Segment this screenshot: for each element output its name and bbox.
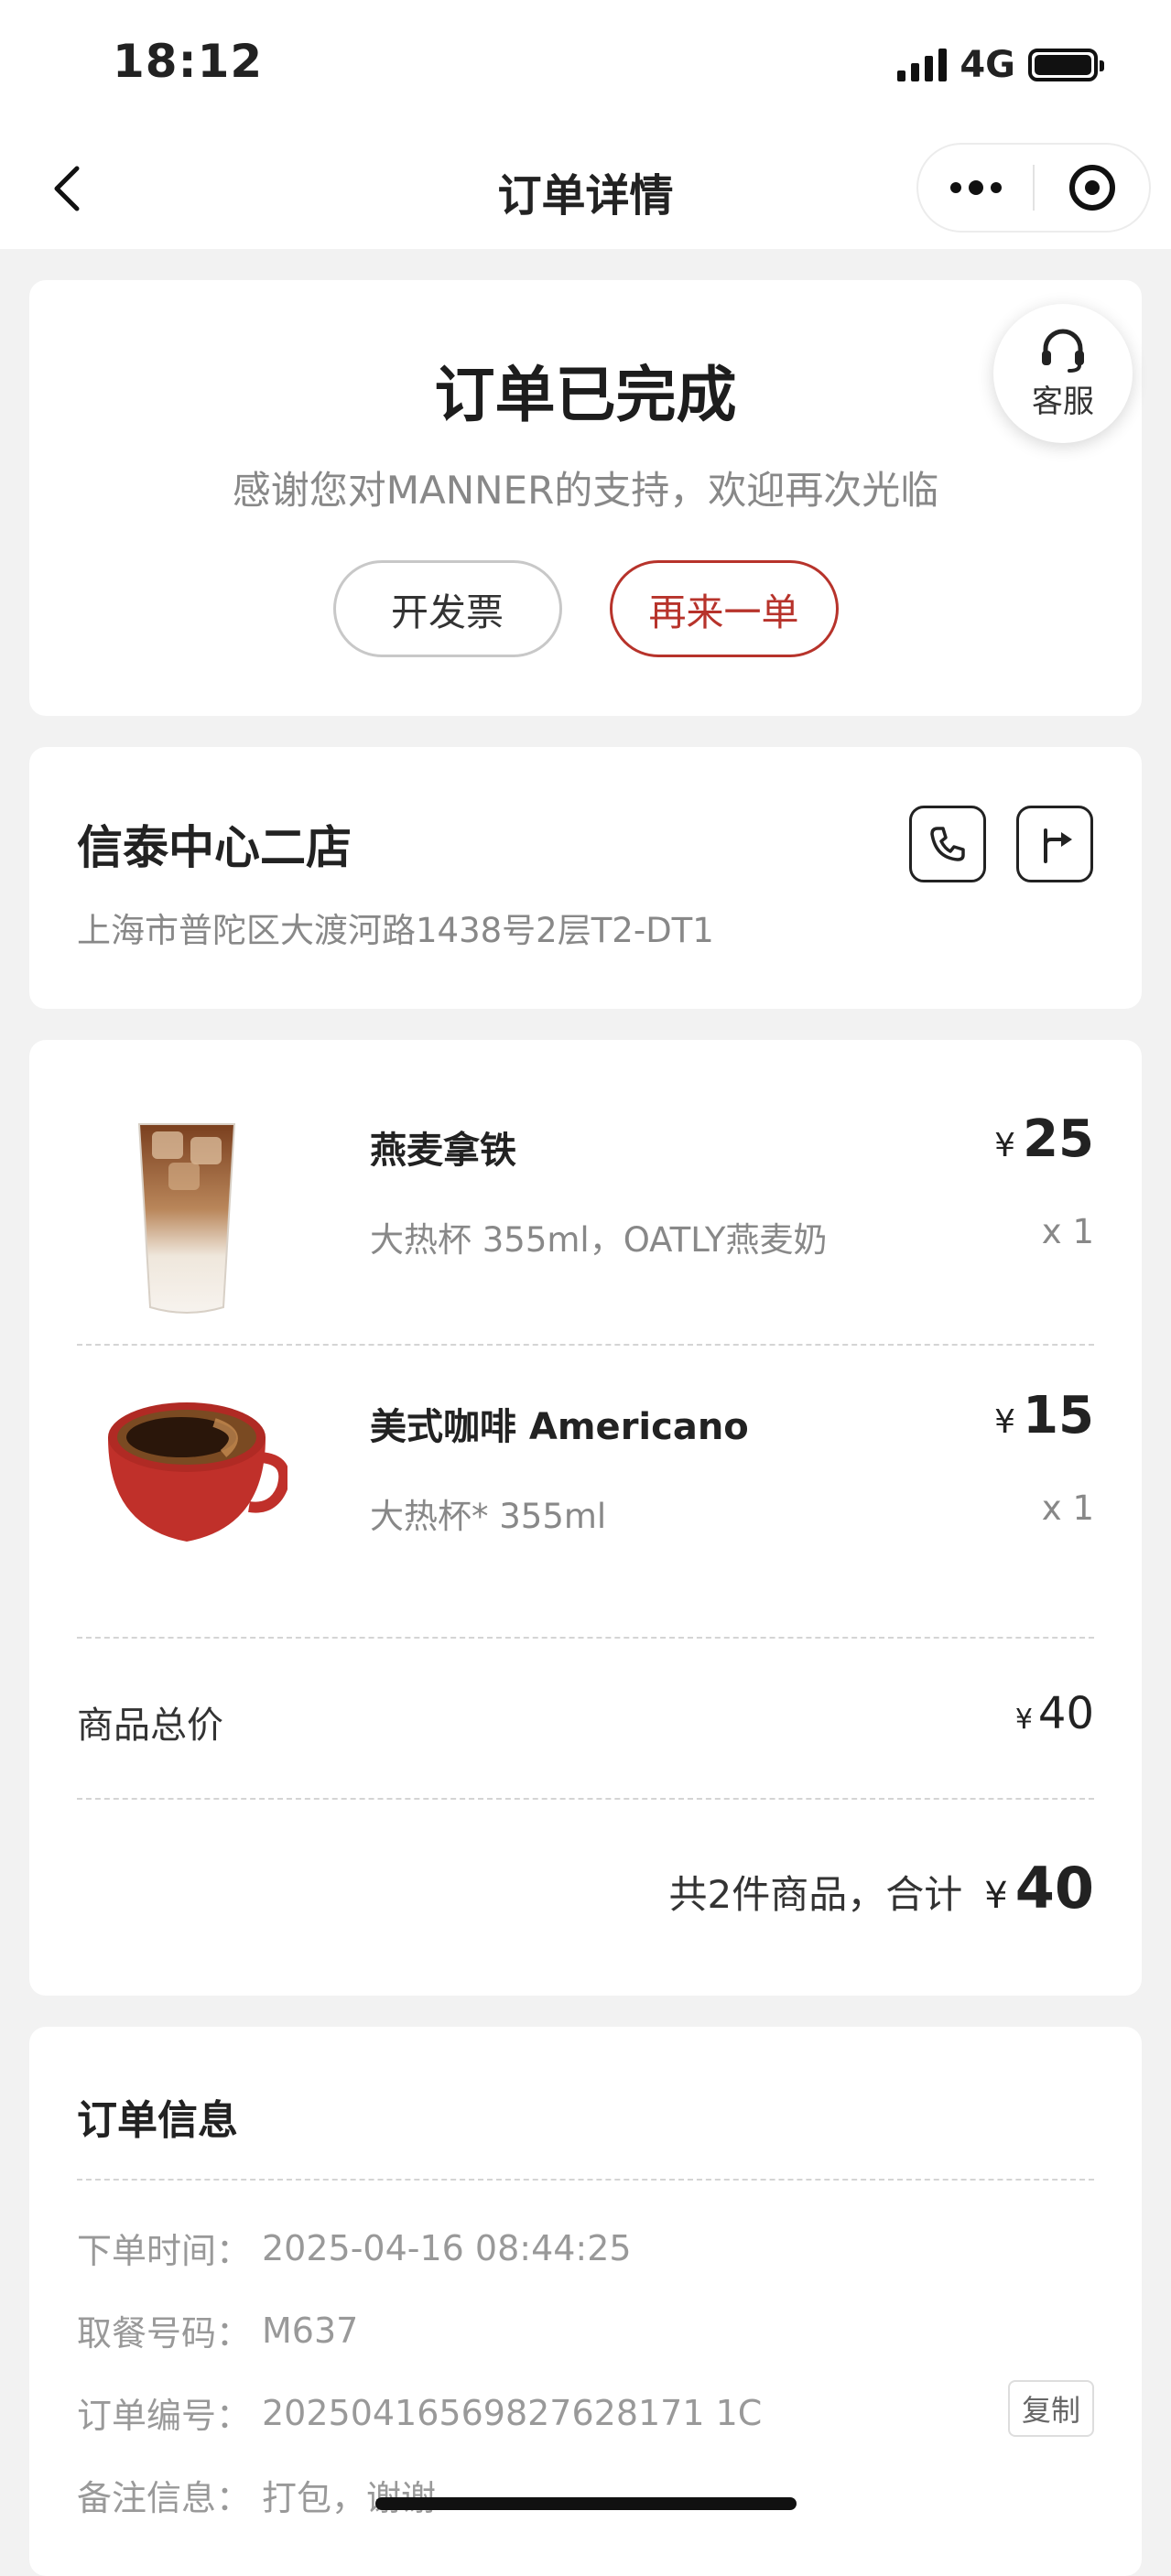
currency-symbol: ¥ [994,1127,1016,1164]
item-spec: 大热杯 355ml，OATLY燕麦奶 [370,1220,828,1260]
total-value: ¥40 [984,1855,1094,1921]
order-item: 美式咖啡 Americano 大热杯* 355ml ¥15 x 1 [77,1380,1094,1600]
more-dots-icon [949,180,1002,195]
signal-icon [897,49,948,81]
order-status-card: 订单已完成 感谢您对MANNER的支持，欢迎再次光临 开发票 再来一单 客服 [29,280,1142,716]
info-row-remark: 备注信息： 打包，谢谢 [77,2470,1094,2520]
navigate-button[interactable] [1016,806,1093,882]
americano-image [95,1380,290,1591]
summary-divider [77,1798,1094,1800]
item-divider [77,1637,1094,1639]
close-miniprogram-button[interactable] [1035,145,1149,231]
subtotal-value: ¥40 [1014,1688,1094,1739]
order-items-card: 燕麦拿铁 大热杯 355ml，OATLY燕麦奶 ¥25 x 1 美式咖啡 Ame… [29,1040,1142,1996]
info-key: 订单编号： [77,2396,252,2436]
price-value: 25 [1023,1109,1094,1169]
directions-icon [1044,828,1072,863]
status-indicators: 4G [897,44,1104,86]
info-key: 备注信息： [77,2478,252,2518]
item-price: ¥25 [994,1109,1094,1169]
info-divider [77,2179,1094,2181]
oat-latte-image [95,1113,278,1324]
target-icon [1068,165,1115,211]
info-value: M637 [262,2310,359,2351]
battery-icon [1028,49,1104,81]
status-time: 18:12 [113,35,264,88]
currency-symbol: ¥ [1014,1704,1033,1736]
copy-order-number-button[interactable]: 复制 [1008,2380,1094,2437]
item-price: ¥15 [994,1386,1094,1445]
status-actions: 开发票 再来一单 [29,560,1142,657]
nav-bar: 订单详情 [0,137,1171,249]
item-divider [77,1344,1094,1346]
info-key: 取餐号码： [77,2313,252,2354]
store-card: 信泰中心二店 上海市普陀区大渡河路1438号2层T2-DT1 [29,747,1142,1009]
currency-symbol: ¥ [984,1875,1008,1917]
item-spec: 大热杯* 355ml [370,1497,607,1536]
invoice-button[interactable]: 开发票 [332,560,562,657]
customer-service-label: 客服 [1032,383,1094,420]
order-status-subtitle: 感谢您对MANNER的支持，欢迎再次光临 [232,468,939,513]
subtotal-label: 商品总价 [77,1705,223,1747]
item-quantity: x 1 [1041,1488,1094,1528]
info-value: 20250416569827628171 1C [262,2392,763,2433]
store-name: 信泰中心二店 [77,821,352,874]
store-address: 上海市普陀区大渡河路1438号2层T2-DT1 [77,911,714,950]
order-item: 燕麦拿铁 大热杯 355ml，OATLY燕麦奶 ¥25 x 1 [77,1104,1094,1324]
miniprogram-capsule [916,143,1151,233]
headset-icon [1042,329,1084,373]
order-total: 共2件商品，合计 ¥40 [669,1855,1094,1921]
info-row-order-number: 订单编号： 20250416569827628171 1C [77,2387,1094,2438]
phone-icon [930,827,965,861]
more-button[interactable] [918,145,1033,231]
status-bar: 18:12 4G [0,0,1171,137]
network-type: 4G [960,44,1015,86]
info-value: 打包，谢谢 [262,2478,437,2518]
reorder-button[interactable]: 再来一单 [609,560,839,657]
order-info-card: 订单信息 下单时间： 2025-04-16 08:44:25 取餐号码： M63… [29,2027,1142,2576]
total-label: 共2件商品，合计 [668,1872,963,1917]
item-quantity: x 1 [1041,1212,1094,1251]
order-status-title: 订单已完成 [434,360,737,430]
info-value: 2025-04-16 08:44:25 [262,2227,632,2268]
info-key: 下单时间： [77,2231,252,2271]
item-name: 燕麦拿铁 [370,1130,516,1172]
customer-service-button[interactable]: 客服 [993,304,1133,443]
item-name: 美式咖啡 Americano [370,1406,749,1448]
info-row-order-time: 下单时间： 2025-04-16 08:44:25 [77,2223,1094,2273]
info-row-pickup-code: 取餐号码： M637 [77,2305,1094,2355]
home-indicator[interactable] [375,2497,797,2510]
order-info-title: 订单信息 [77,2097,238,2144]
currency-symbol: ¥ [994,1403,1016,1441]
price-value: 15 [1023,1386,1094,1445]
call-store-button[interactable] [909,806,986,882]
